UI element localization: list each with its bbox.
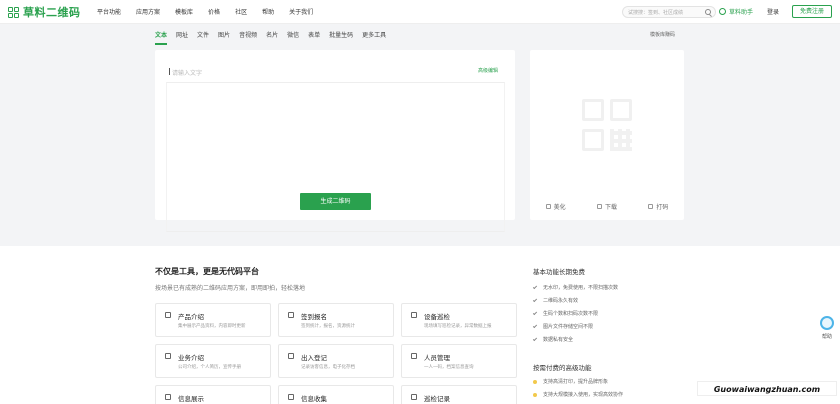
download-button[interactable]: 下载 — [596, 202, 617, 211]
benefit-item: 数据私有安全 — [532, 336, 693, 343]
generate-qr-button[interactable]: 生成二维码 — [300, 193, 371, 210]
template-library-link[interactable]: 模板库赚码 — [650, 31, 675, 38]
qr-placeholder-icon — [582, 99, 632, 157]
section-headline: 不仅是工具，更是无代码平台 — [155, 267, 259, 276]
editor-card: 请输入文字 高级编辑 生成二维码 — [155, 50, 515, 232]
code-type-tabs: 文本 网址 文件 图片 音视频 名片 微信 表单 批量生码 更多工具 — [155, 30, 395, 45]
benefit-item: 无水印，免费使用，不限扫描次数 — [532, 284, 693, 291]
tab-more-tools[interactable]: 更多工具 — [362, 30, 386, 45]
nav-item-templates[interactable]: 模板库 — [175, 7, 193, 16]
brand-logo[interactable]: 草料二维码 — [8, 4, 81, 20]
check-icon — [532, 336, 538, 342]
feature-card-collect[interactable]: 信息收集 — [278, 385, 394, 404]
search-input[interactable]: 试搜搜：签到、社区成绩 — [628, 9, 683, 16]
inspection-icon — [411, 312, 417, 318]
text-input-placeholder[interactable]: 请输入文字 — [168, 68, 202, 77]
feature-card-product[interactable]: 产品介绍 集中展示产品资料，内容即时更新 — [155, 303, 271, 337]
paid-item: 支持大规模接入使用，实现高效协作 — [533, 391, 623, 398]
staff-icon — [411, 353, 417, 359]
record-icon — [411, 394, 417, 400]
preview-actions: 美化 下载 打码 — [530, 202, 684, 211]
benefits-title: 基本功能长期免费 — [533, 268, 585, 276]
tab-form[interactable]: 表单 — [308, 30, 320, 45]
assistant-label: 草料助手 — [729, 9, 754, 16]
main-nav: 平台功能 应用方案 模板库 价格 社区 帮助 关于我们 — [97, 7, 328, 16]
site-watermark: Guowaiwangzhuan.com — [697, 381, 837, 396]
nav-item-help[interactable]: 帮助 — [262, 7, 274, 16]
check-icon — [532, 310, 538, 316]
floating-help[interactable]: 帮助 — [817, 316, 837, 348]
advanced-edit-link[interactable]: 高级编辑 — [478, 67, 498, 74]
nav-item-community[interactable]: 社区 — [235, 7, 247, 16]
assistant-link[interactable]: 草料助手 — [719, 7, 753, 16]
beautify-icon — [545, 204, 551, 209]
tab-file[interactable]: 文件 — [197, 30, 209, 45]
check-icon — [532, 297, 538, 303]
product-icon — [165, 312, 171, 318]
help-label: 帮助 — [821, 334, 832, 340]
feature-card-signup[interactable]: 签到报名 签到统计，报名，资源统计 — [278, 303, 394, 337]
print-button[interactable]: 打码 — [648, 202, 668, 211]
tab-wechat[interactable]: 微信 — [287, 30, 299, 45]
paid-item: 支持高清打印，提升品牌形象 — [533, 378, 623, 385]
login-link[interactable]: 登录 — [767, 7, 779, 16]
bulb-icon — [533, 392, 537, 397]
feature-card-visitor[interactable]: 出入登记 记录访客信息，电子化存档 — [278, 344, 394, 378]
nav-item-platform[interactable]: 平台功能 — [97, 7, 121, 16]
search-icon[interactable] — [705, 9, 711, 15]
section-subline: 按场景已有成熟的二维码应用方案，即用即拍，轻松落地 — [155, 285, 306, 292]
beautify-button[interactable]: 美化 — [545, 202, 566, 211]
tab-batch[interactable]: 批量生码 — [329, 30, 353, 45]
benefit-item: 图片文件存储空间不限 — [532, 323, 693, 330]
collect-icon — [288, 394, 294, 400]
free-benefits: 基本功能长期免费 无水印，免费使用，不限扫描次数 二维码永久有效 生码个数和扫码… — [532, 266, 693, 349]
benefits-list: 无水印，免费使用，不限扫描次数 二维码永久有效 生码个数和扫码次数不限 图片文件… — [532, 284, 693, 343]
feature-card-record[interactable]: 巡检记录 — [401, 385, 517, 404]
check-icon — [532, 323, 538, 329]
top-header: 草料二维码 平台功能 应用方案 模板库 价格 社区 帮助 关于我们 试搜搜：签到… — [0, 0, 840, 24]
paid-list: 支持高清打印，提升品牌形象 支持大规模接入使用，实现高效协作 — [533, 378, 623, 404]
help-icon — [820, 316, 834, 330]
tab-business-card[interactable]: 名片 — [266, 30, 278, 45]
benefit-item: 二维码永久有效 — [532, 297, 693, 304]
tab-image[interactable]: 图片 — [218, 30, 230, 45]
nav-item-solutions[interactable]: 应用方案 — [136, 7, 160, 16]
brand-name: 草料二维码 — [23, 6, 81, 19]
solution-grid: 产品介绍 集中展示产品资料，内容即时更新 签到报名 签到统计，报名，资源统计 设备巡… — [155, 303, 517, 404]
search-box[interactable]: 试搜搜：签到、社区成绩 — [622, 6, 716, 18]
check-icon — [532, 284, 538, 290]
qr-preview-card: 美化 下载 打码 — [530, 50, 684, 220]
benefit-item: 生码个数和扫码次数不限 — [532, 310, 693, 317]
tab-audio-video[interactable]: 音视频 — [239, 30, 257, 45]
bulb-icon — [533, 379, 537, 384]
tab-text[interactable]: 文本 — [155, 30, 168, 45]
qr-logo-icon — [8, 6, 19, 18]
nav-item-about[interactable]: 关于我们 — [289, 7, 313, 16]
nav-item-pricing[interactable]: 价格 — [208, 7, 220, 16]
register-button[interactable]: 免费注册 — [792, 5, 832, 18]
tab-url[interactable]: 网址 — [176, 30, 188, 45]
print-icon — [648, 204, 654, 209]
assistant-icon — [719, 8, 726, 15]
business-icon — [165, 353, 171, 359]
paid-title: 按需付费的高级功能 — [533, 364, 592, 372]
feature-card-info[interactable]: 信息展示 — [155, 385, 271, 404]
download-icon — [596, 204, 602, 209]
feature-card-business[interactable]: 业务介绍 公司介绍，个人简历，宣传手册 — [155, 344, 271, 378]
info-icon — [165, 394, 171, 400]
feature-card-staff[interactable]: 人员管理 一人一码，档案信息查询 — [401, 344, 517, 378]
visitor-icon — [288, 353, 294, 359]
signup-icon — [288, 312, 294, 318]
feature-card-inspection[interactable]: 设备巡检 现场填写巡检记录，异常数据上报 — [401, 303, 517, 337]
